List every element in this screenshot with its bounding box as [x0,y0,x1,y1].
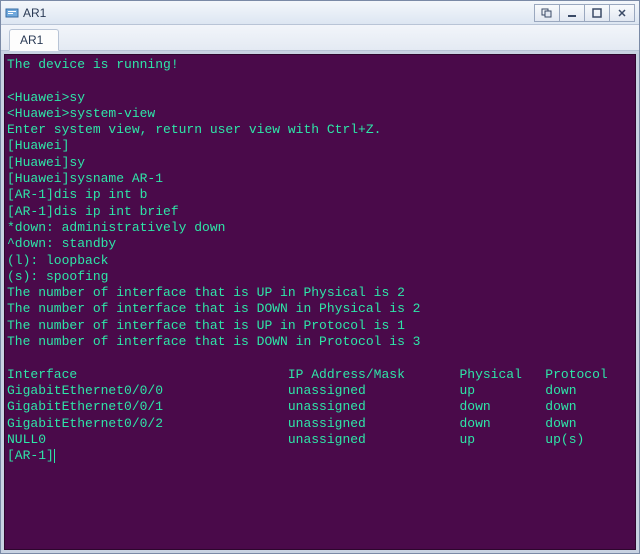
minimize-button[interactable] [559,4,585,22]
options-button[interactable] [534,4,560,22]
app-icon [5,6,19,20]
tab-bar: AR1 [1,25,639,51]
window-frame: AR1 AR1 The device is running! <Huawei>s… [0,0,640,554]
maximize-button[interactable] [584,4,610,22]
terminal-cursor [54,449,55,463]
tab-label: AR1 [20,33,43,47]
terminal[interactable]: The device is running! <Huawei>sy <Huawe… [4,54,636,550]
titlebar[interactable]: AR1 [1,1,639,25]
tab-ar1[interactable]: AR1 [9,29,59,51]
window-controls [535,4,635,22]
close-button[interactable] [609,4,635,22]
window-title: AR1 [23,6,46,20]
terminal-container: The device is running! <Huawei>sy <Huawe… [1,51,639,553]
